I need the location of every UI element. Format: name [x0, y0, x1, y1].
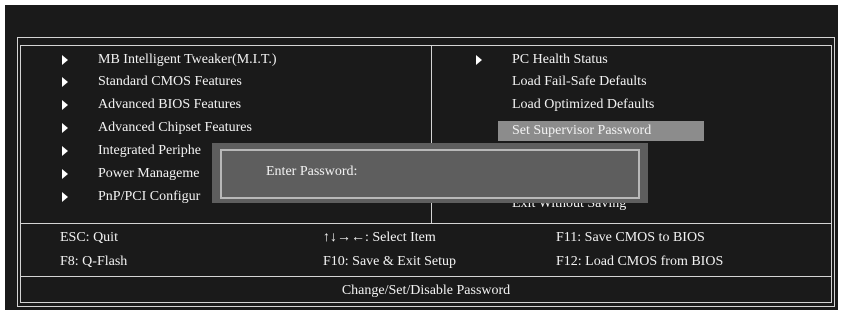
submenu-arrow-icon	[62, 77, 68, 87]
submenu-arrow-icon	[62, 100, 68, 110]
help-divider-top	[20, 223, 832, 224]
status-line: Change/Set/Disable Password	[341, 283, 511, 298]
menu-item-load-optimized[interactable]: Load Optimized Defaults	[512, 95, 654, 115]
menu-frame-top	[20, 45, 832, 46]
menu-item-pnp-pci[interactable]: PnP/PCI Configur	[98, 187, 200, 207]
top-border	[17, 37, 835, 38]
help-f12-load-cmos: F12: Load CMOS from BIOS	[556, 254, 724, 269]
menu-item-set-supervisor-password[interactable]: Set Supervisor Password	[512, 121, 651, 141]
menu-frame-bottom	[20, 302, 832, 303]
menu-item-advanced-chipset[interactable]: Advanced Chipset Features	[98, 118, 252, 138]
submenu-arrow-icon	[62, 192, 68, 202]
menu-item-integrated-peripherals[interactable]: Integrated Periphe	[98, 141, 201, 161]
help-f8-qflash: F8: Q-Flash	[60, 254, 128, 269]
menu-item-advanced-bios[interactable]: Advanced BIOS Features	[98, 95, 241, 115]
submenu-arrow-icon	[62, 123, 68, 133]
menu-item-pc-health[interactable]: PC Health Status	[512, 50, 608, 70]
password-dialog-frame: Enter Password:	[220, 149, 640, 199]
left-border	[17, 37, 18, 307]
menu-frame-left	[20, 45, 21, 303]
help-divider-bottom	[20, 276, 832, 277]
menu-frame-right	[831, 45, 832, 303]
menu-item-mit[interactable]: MB Intelligent Tweaker(M.I.T.)	[98, 50, 277, 70]
right-border	[834, 37, 835, 307]
bottom-border	[17, 306, 835, 307]
submenu-arrow-icon	[476, 55, 482, 65]
password-input[interactable]	[386, 164, 606, 182]
password-prompt: Enter Password:	[266, 164, 358, 179]
help-select-item: ↑↓→←: Select Item	[323, 230, 436, 245]
submenu-arrow-icon	[62, 169, 68, 179]
help-f10-save-exit: F10: Save & Exit Setup	[323, 254, 456, 269]
help-esc-quit: ESC: Quit	[60, 230, 118, 245]
submenu-arrow-icon	[62, 55, 68, 65]
menu-item-load-fail-safe[interactable]: Load Fail-Safe Defaults	[512, 72, 647, 92]
menu-item-standard-cmos[interactable]: Standard CMOS Features	[98, 72, 242, 92]
menu-item-power-management[interactable]: Power Manageme	[98, 164, 199, 184]
submenu-arrow-icon	[62, 146, 68, 156]
password-dialog: Enter Password:	[212, 143, 648, 203]
help-f11-save-cmos: F11: Save CMOS to BIOS	[556, 230, 705, 245]
